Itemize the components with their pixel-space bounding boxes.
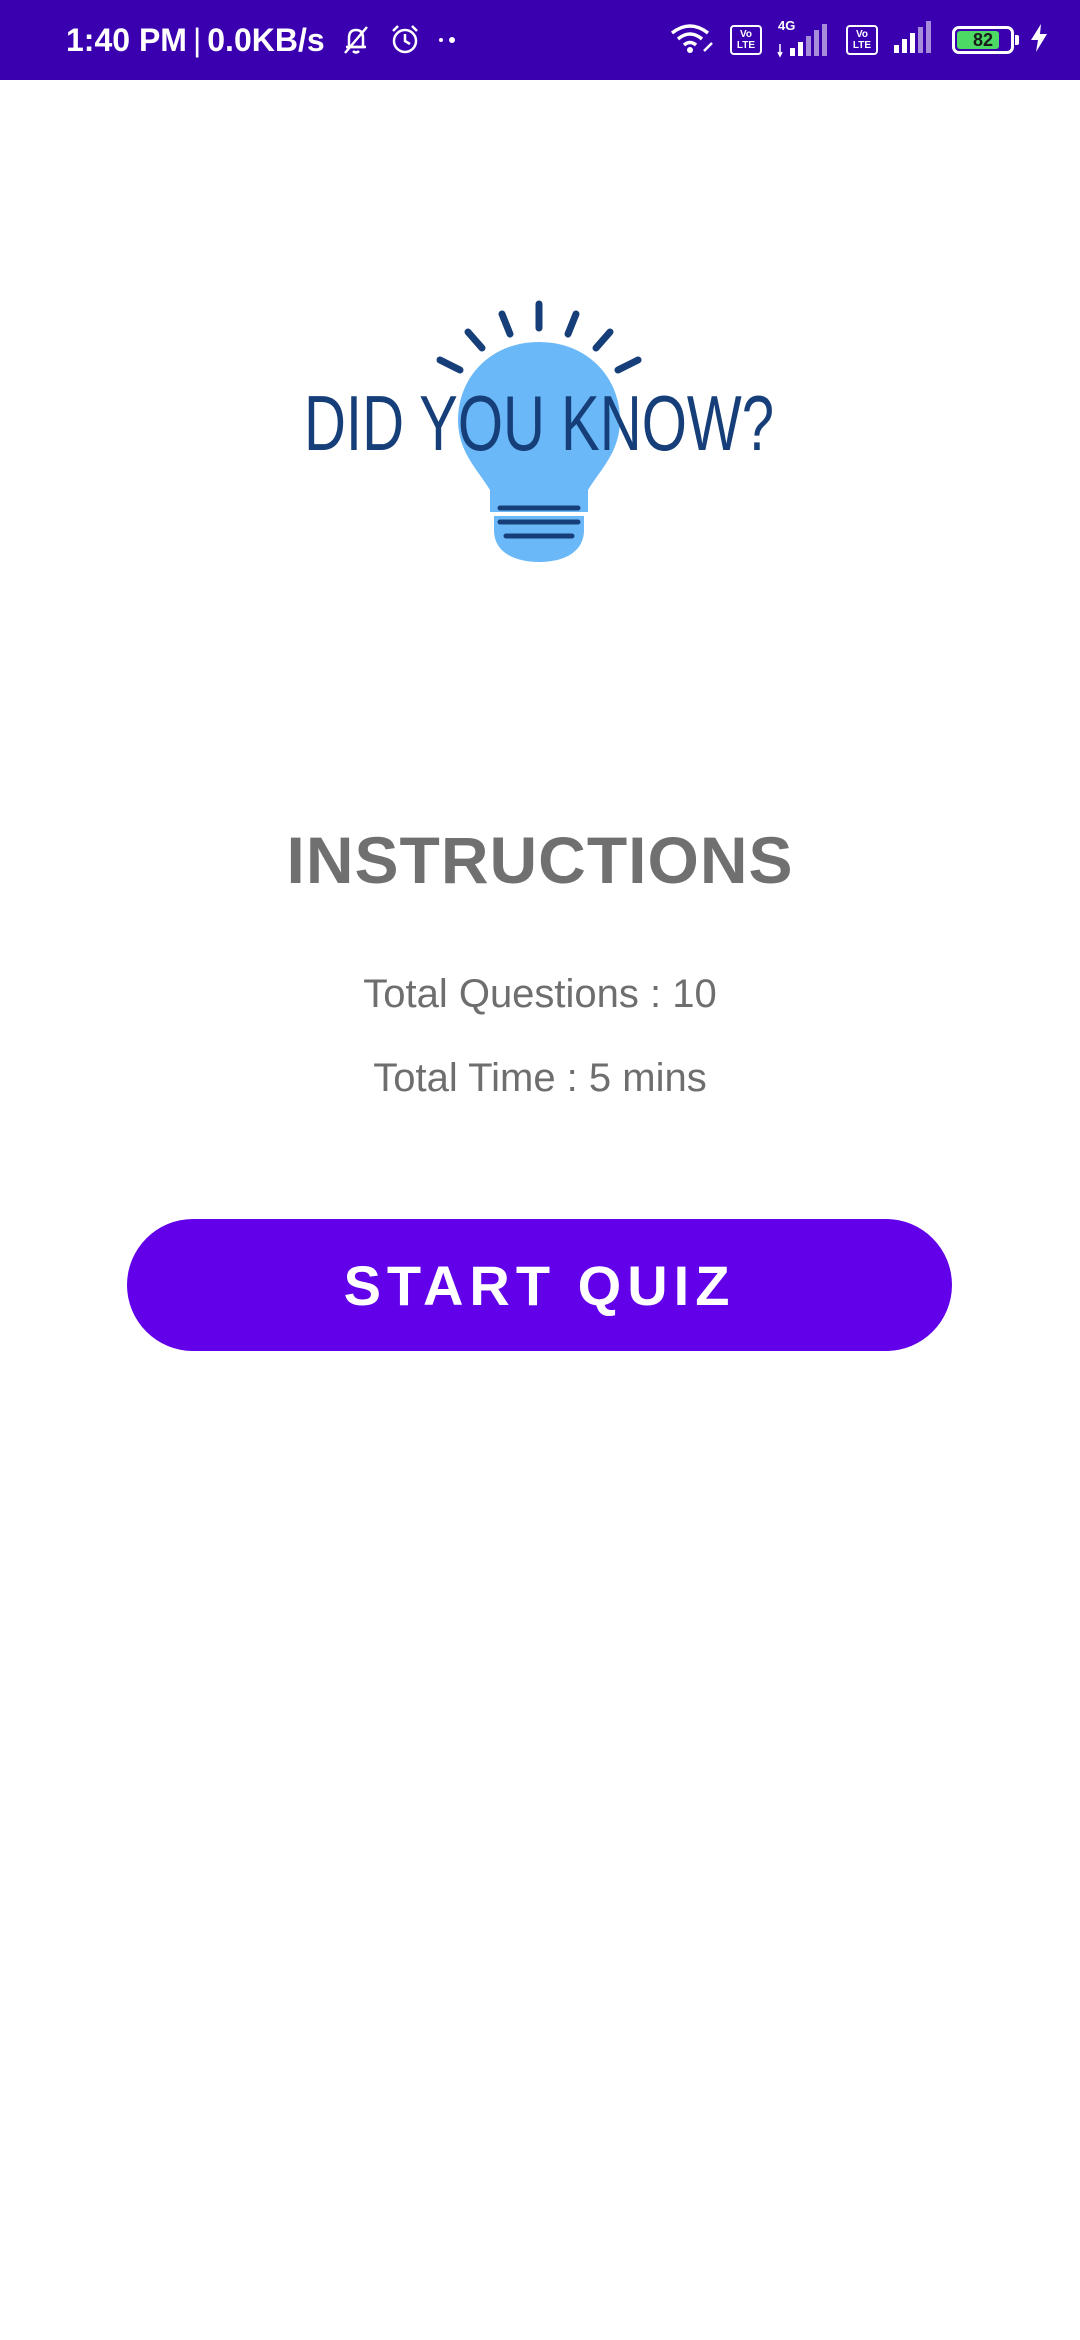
charging-icon [1028, 22, 1050, 59]
status-separator: | [192, 21, 202, 58]
status-right: Vo LTE 4G Vo LTE 82 [668, 0, 1050, 80]
did-you-know-logo: DID YOU KNOW? [300, 290, 780, 570]
instructions-title: INSTRUCTIONS [286, 823, 794, 897]
dots-icon [437, 34, 459, 46]
battery-level: 82 [972, 29, 994, 50]
status-bar: 1:40 PM | 0.0KB/s Vo LTE 4G Vo LTE 82 [0, 0, 1080, 80]
volte-icon-2: Vo LTE [846, 25, 878, 55]
volte-bottom-text: LTE [736, 40, 756, 51]
signal-icon: 4G [776, 18, 832, 58]
volte-icon: Vo LTE [730, 25, 762, 55]
total-questions-text: Total Questions : 10 [363, 972, 717, 1016]
logo-text: DID YOU KNOW? [304, 379, 774, 467]
battery-icon: 82 [952, 26, 1019, 54]
wifi-icon [668, 21, 716, 60]
total-time-text: Total Time : 5 mins [373, 1056, 707, 1100]
silent-bell-icon [339, 23, 373, 57]
status-network-speed: 0.0KB/s [207, 21, 325, 58]
start-quiz-button[interactable]: START QUIZ [127, 1219, 952, 1351]
status-time: 1:40 PM [66, 21, 187, 58]
lightbulb-icon: DID YOU KNOW? [304, 300, 774, 562]
signal-icon-2 [892, 20, 938, 60]
volte-bottom-text-2: LTE [852, 40, 872, 51]
volte-top-text: Vo [739, 29, 753, 40]
status-left: 1:40 PM | 0.0KB/s [66, 0, 459, 80]
volte-top-text-2: Vo [855, 29, 869, 40]
start-quiz-label: START QUIZ [343, 1253, 736, 1317]
alarm-icon [387, 22, 423, 58]
